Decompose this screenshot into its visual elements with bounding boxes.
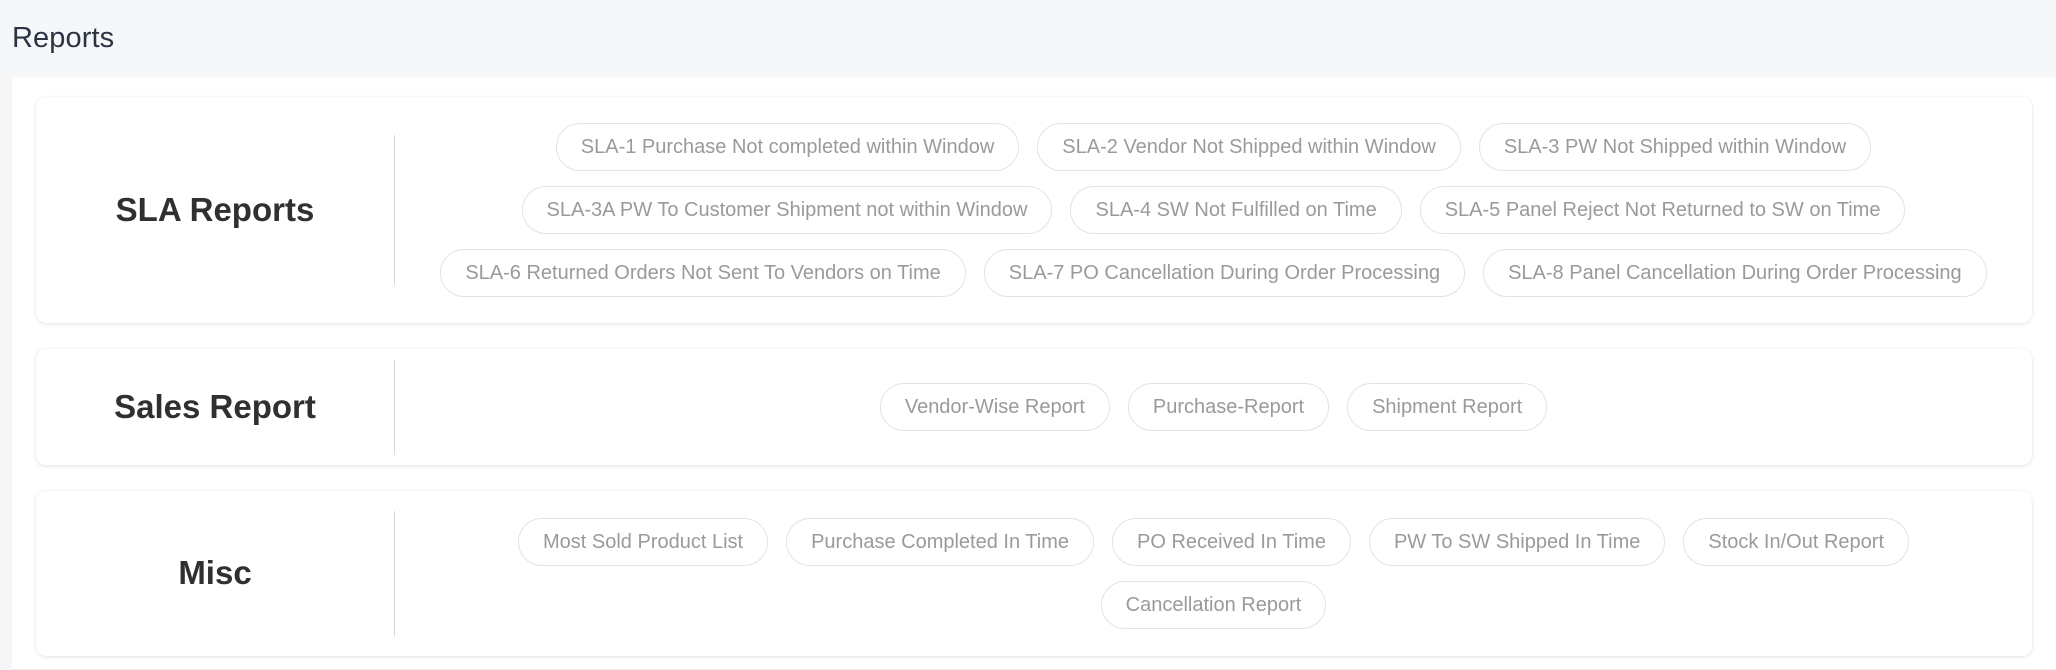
report-chip-sla-3[interactable]: SLA-3 PW Not Shipped within Window <box>1478 123 1872 171</box>
report-chip-sla-4[interactable]: SLA-4 SW Not Fulfilled on Time <box>1070 186 1402 234</box>
report-chip-purchase-report[interactable]: Purchase-Report <box>1127 383 1330 431</box>
report-chip-pw-to-sw-shipped-in-time[interactable]: PW To SW Shipped In Time <box>1368 518 1666 566</box>
section-card-misc: Misc Most Sold Product List Purchase Com… <box>36 491 2032 656</box>
section-title-sla-reports: SLA Reports <box>115 190 315 228</box>
reports-panel: SLA Reports SLA-1 Purchase Not completed… <box>12 77 2056 670</box>
report-chip-stock-in-out-report[interactable]: Stock In/Out Report <box>1683 518 1909 566</box>
report-chip-vendor-wise-report[interactable]: Vendor-Wise Report <box>879 383 1110 431</box>
chips-container-sales-report: Vendor-Wise Report Purchase-Report Shipm… <box>395 349 2032 465</box>
report-chip-sla-6[interactable]: SLA-6 Returned Orders Not Sent To Vendor… <box>440 249 966 297</box>
report-chip-most-sold-product-list[interactable]: Most Sold Product List <box>517 518 769 566</box>
page-title: Reports <box>12 22 115 54</box>
report-chip-sla-7[interactable]: SLA-7 PO Cancellation During Order Proce… <box>983 249 1466 297</box>
section-title-sales-report: Sales Report <box>114 387 316 425</box>
section-title-column-misc: Misc <box>36 491 394 656</box>
report-chip-po-received-in-time[interactable]: PO Received In Time <box>1111 518 1351 566</box>
page-header: Reports <box>0 0 2056 77</box>
report-chip-shipment-report[interactable]: Shipment Report <box>1347 383 1548 431</box>
reports-sections-container: SLA Reports SLA-1 Purchase Not completed… <box>12 77 2056 656</box>
report-chip-purchase-completed-in-time[interactable]: Purchase Completed In Time <box>786 518 1094 566</box>
chips-container-sla-reports: SLA-1 Purchase Not completed within Wind… <box>395 97 2032 323</box>
report-chip-sla-2[interactable]: SLA-2 Vendor Not Shipped within Window <box>1037 123 1461 171</box>
report-chip-sla-1[interactable]: SLA-1 Purchase Not completed within Wind… <box>555 123 1020 171</box>
report-chip-cancellation-report[interactable]: Cancellation Report <box>1100 581 1327 629</box>
section-title-column-sales-report: Sales Report <box>36 349 394 465</box>
report-chip-sla-3a[interactable]: SLA-3A PW To Customer Shipment not withi… <box>521 186 1053 234</box>
report-chip-sla-8[interactable]: SLA-8 Panel Cancellation During Order Pr… <box>1483 249 1987 297</box>
chips-container-misc: Most Sold Product List Purchase Complete… <box>395 491 2032 656</box>
report-chip-sla-5[interactable]: SLA-5 Panel Reject Not Returned to SW on… <box>1419 186 1906 234</box>
section-title-misc: Misc <box>178 554 252 592</box>
section-card-sales-report: Sales Report Vendor-Wise Report Purchase… <box>36 349 2032 465</box>
section-card-sla-reports: SLA Reports SLA-1 Purchase Not completed… <box>36 97 2032 323</box>
section-title-column-sla-reports: SLA Reports <box>36 97 394 323</box>
